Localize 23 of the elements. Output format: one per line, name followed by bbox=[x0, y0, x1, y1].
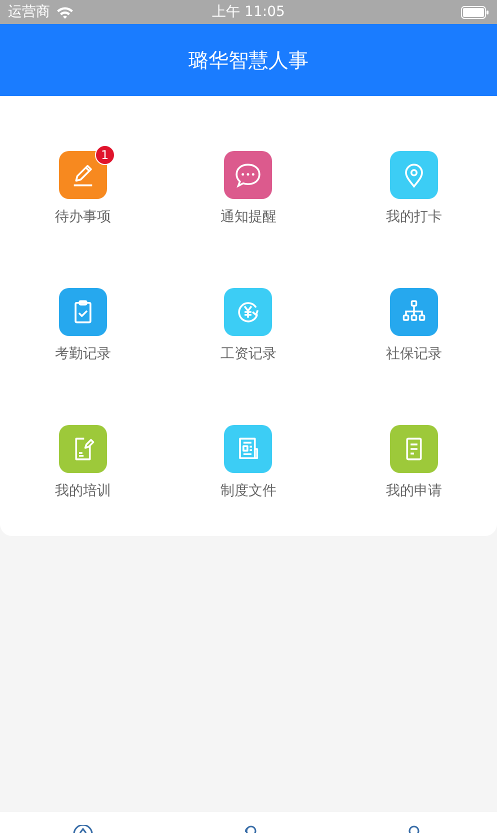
wifi-icon bbox=[56, 6, 74, 18]
menu-label: 我的打卡 bbox=[386, 208, 442, 226]
menu-label: 我的申请 bbox=[386, 482, 442, 500]
menu-label: 制度文件 bbox=[220, 482, 276, 500]
menu-label: 社保记录 bbox=[386, 345, 442, 363]
menu-label: 考勤记录 bbox=[54, 345, 111, 363]
menu-item[interactable]: 工资记录 bbox=[166, 288, 332, 363]
menu-item[interactable]: 社保记录 bbox=[331, 288, 497, 363]
menu-item[interactable]: 制度文件 bbox=[166, 425, 332, 500]
count-badge: 1 bbox=[94, 145, 115, 165]
menu-item[interactable]: 通知提醒 bbox=[166, 151, 332, 226]
menu-item[interactable]: 我的申请 bbox=[331, 425, 497, 500]
menu-label: 工资记录 bbox=[220, 345, 276, 363]
menu-item[interactable]: 考勤记录 bbox=[0, 288, 166, 363]
status-time: 上午 11:05 bbox=[212, 3, 285, 21]
app-title: 璐华智慧人事 bbox=[188, 46, 308, 74]
battery-icon bbox=[461, 6, 489, 18]
menu-label: 我的培训 bbox=[54, 482, 111, 500]
menu-label: 通知提醒 bbox=[220, 208, 276, 226]
menu-label: 待办事项 bbox=[54, 208, 111, 226]
menu-item[interactable]: 我的打卡 bbox=[331, 151, 497, 226]
menu-item[interactable]: 我的培训 bbox=[0, 425, 166, 500]
carrier-name: 运营商 bbox=[8, 3, 50, 21]
